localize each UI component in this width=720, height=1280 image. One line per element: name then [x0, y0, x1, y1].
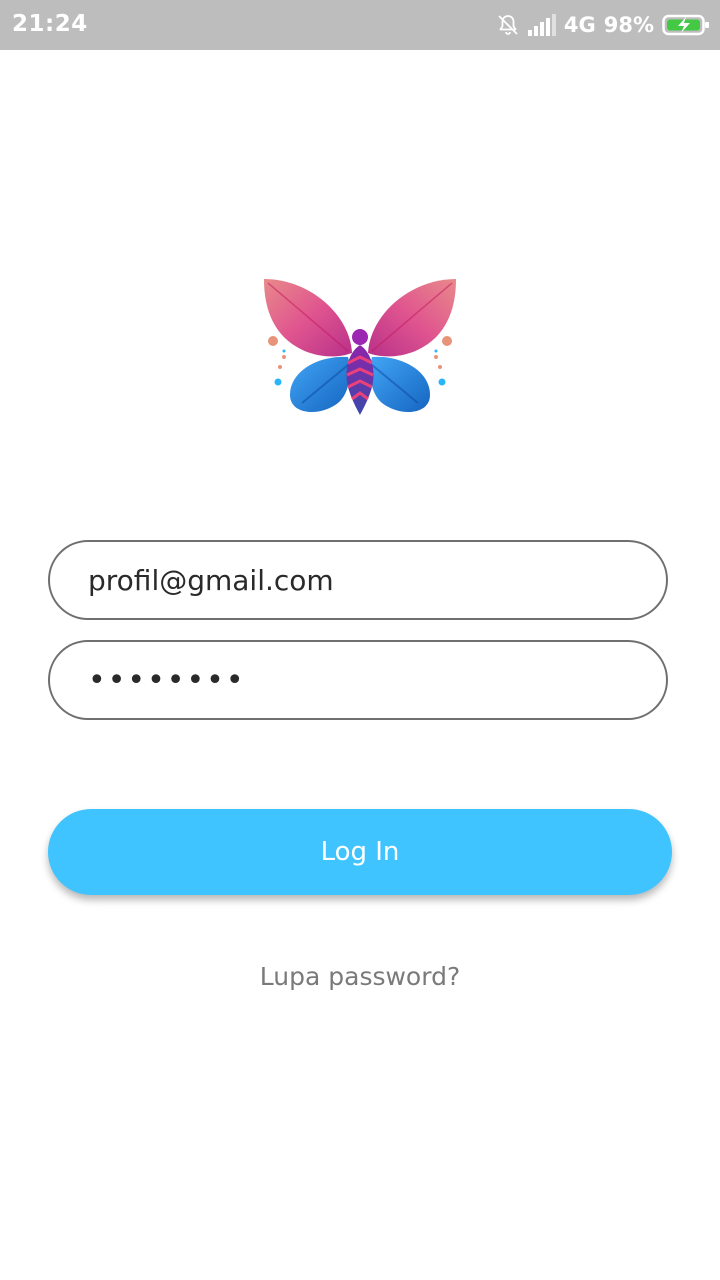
signal-icon	[527, 14, 556, 36]
status-time: 21:24	[12, 11, 88, 37]
status-indicators: 4G 98%	[496, 10, 710, 40]
password-field[interactable]	[48, 640, 668, 720]
mute-bell-icon	[496, 13, 520, 37]
status-bar: 21:24 4G 98%	[0, 0, 720, 50]
battery-percent: 98%	[603, 13, 654, 37]
network-type: 4G	[563, 13, 596, 37]
password-input[interactable]	[88, 642, 628, 718]
forgot-password-link[interactable]: Lupa password?	[0, 962, 720, 991]
battery-charging-icon	[662, 13, 710, 37]
email-input[interactable]	[88, 542, 628, 618]
login-button[interactable]: Log In	[48, 809, 672, 895]
email-field[interactable]	[48, 540, 668, 620]
login-screen: 21:24 4G 98% profil@gmail.com Log In Lup…	[0, 0, 720, 1280]
butterfly-logo	[260, 275, 460, 420]
